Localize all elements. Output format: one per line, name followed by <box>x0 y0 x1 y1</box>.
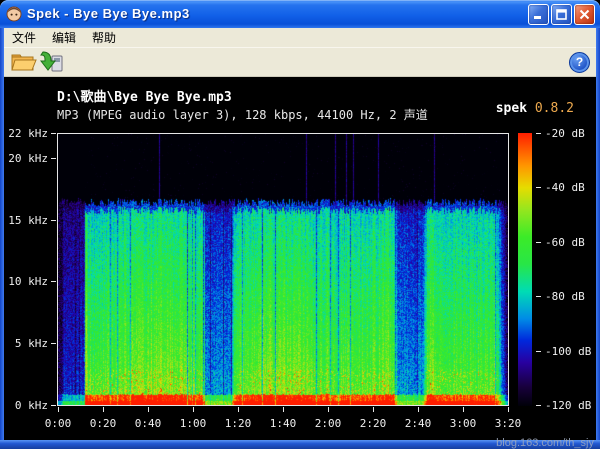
y-axis-label: 0 kHz <box>4 399 48 412</box>
menu-bar: 文件 编辑 帮助 <box>4 28 596 47</box>
x-axis-label: 2:40 <box>405 417 432 430</box>
y-axis-label: 10 kHz <box>4 275 48 288</box>
help-button[interactable]: ? <box>569 52 590 73</box>
x-axis-tick <box>193 407 194 412</box>
db-axis-label: -100 dB <box>545 345 591 358</box>
menu-file[interactable]: 文件 <box>4 27 44 48</box>
spectrogram-canvas <box>58 134 508 405</box>
y-axis-label: 5 kHz <box>4 337 48 350</box>
title-bar[interactable]: Spek - Bye Bye Bye.mp3 <box>0 0 600 28</box>
open-file-button[interactable] <box>10 49 38 75</box>
window-title: Spek - Bye Bye Bye.mp3 <box>27 0 190 28</box>
db-axis-label: -80 dB <box>545 290 585 303</box>
spectrogram-panel: D:\歌曲\Bye Bye Bye.mp3 spek 0.8.2 MP3 (MP… <box>4 77 596 440</box>
y-axis-tick <box>51 281 56 282</box>
version-number: 0.8.2 <box>535 101 574 116</box>
window-border-right <box>596 28 600 449</box>
y-axis-label: 20 kHz <box>4 152 48 165</box>
file-info: MP3 (MPEG audio layer 3), 128 kbps, 4410… <box>57 106 428 123</box>
app-icon <box>6 6 22 22</box>
db-axis-tick <box>536 133 541 134</box>
window-border-left <box>0 28 4 449</box>
y-axis-label: 15 kHz <box>4 214 48 227</box>
y-axis-tick <box>51 158 56 159</box>
minimize-icon <box>533 9 544 20</box>
close-button[interactable] <box>574 4 595 25</box>
watermark: blog.163.com/th_sjy <box>496 437 594 449</box>
spectrogram-plot <box>57 133 509 406</box>
y-axis-label: 22 kHz <box>4 127 48 140</box>
x-axis-tick <box>58 407 59 412</box>
db-colorbar <box>518 133 532 406</box>
menu-edit[interactable]: 编辑 <box>44 27 84 48</box>
open-folder-icon <box>11 51 37 73</box>
x-axis-label: 1:00 <box>180 417 207 430</box>
save-spectrogram-button[interactable] <box>38 49 66 75</box>
x-axis-label: 1:20 <box>225 417 252 430</box>
app-version: spek 0.8.2 <box>449 86 574 131</box>
db-axis-label: -60 dB <box>545 236 585 249</box>
x-axis-tick <box>373 407 374 412</box>
y-axis-tick <box>51 405 56 406</box>
y-axis-tick <box>51 133 56 134</box>
x-axis-tick <box>238 407 239 412</box>
x-axis-tick <box>508 407 509 412</box>
db-axis-label: -40 dB <box>545 181 585 194</box>
x-axis-tick <box>418 407 419 412</box>
x-axis-tick <box>283 407 284 412</box>
maximize-icon <box>556 9 567 20</box>
question-mark-icon: ? <box>576 55 583 69</box>
x-axis-label: 2:20 <box>360 417 387 430</box>
db-axis-label: -20 dB <box>545 127 585 140</box>
x-axis-label: 0:40 <box>135 417 162 430</box>
y-axis-tick <box>51 343 56 344</box>
menu-help[interactable]: 帮助 <box>84 27 124 48</box>
x-axis-label: 3:00 <box>450 417 477 430</box>
x-axis-label: 0:00 <box>45 417 72 430</box>
db-axis-tick <box>536 351 541 352</box>
y-axis-tick <box>51 220 56 221</box>
x-axis-label: 3:20 <box>495 417 522 430</box>
save-icon <box>40 50 64 74</box>
x-axis-tick <box>463 407 464 412</box>
x-axis-tick <box>103 407 104 412</box>
x-axis-tick <box>148 407 149 412</box>
db-axis-tick <box>536 405 541 406</box>
db-axis-tick <box>536 296 541 297</box>
db-axis-tick <box>536 187 541 188</box>
db-axis-label: -120 dB <box>545 399 591 412</box>
minimize-button[interactable] <box>528 4 549 25</box>
x-axis-label: 2:00 <box>315 417 342 430</box>
x-axis-label: 1:40 <box>270 417 297 430</box>
close-icon <box>579 9 590 20</box>
x-axis-tick <box>328 407 329 412</box>
file-path: D:\歌曲\Bye Bye Bye.mp3 <box>57 86 232 105</box>
spek-window: Spek - Bye Bye Bye.mp3 文件 编辑 帮助 <box>0 0 600 449</box>
db-axis-tick <box>536 242 541 243</box>
app-name: spek <box>496 101 535 116</box>
maximize-button[interactable] <box>551 4 572 25</box>
toolbar: ? <box>4 47 596 77</box>
x-axis-label: 0:20 <box>90 417 117 430</box>
